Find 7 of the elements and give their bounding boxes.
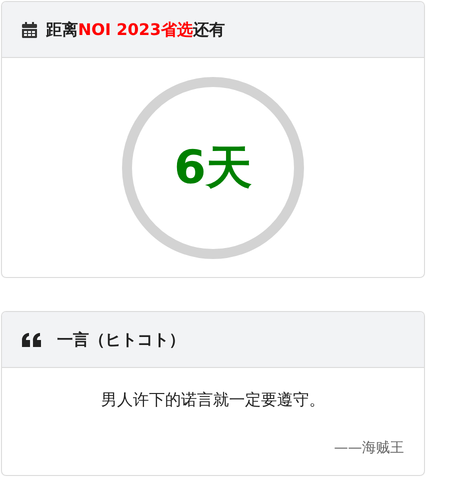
quote-text: 男人许下的诺言就一定要遵守。	[100, 389, 326, 411]
days-count: 6天	[174, 139, 252, 196]
quote-icon	[22, 332, 42, 346]
quote-source: ——海贼王	[333, 439, 404, 458]
calendar-icon	[22, 22, 37, 38]
card-title: 一言（ヒトコト）	[57, 328, 185, 350]
card-title: 距离NOI 2023省选还有	[46, 18, 226, 40]
